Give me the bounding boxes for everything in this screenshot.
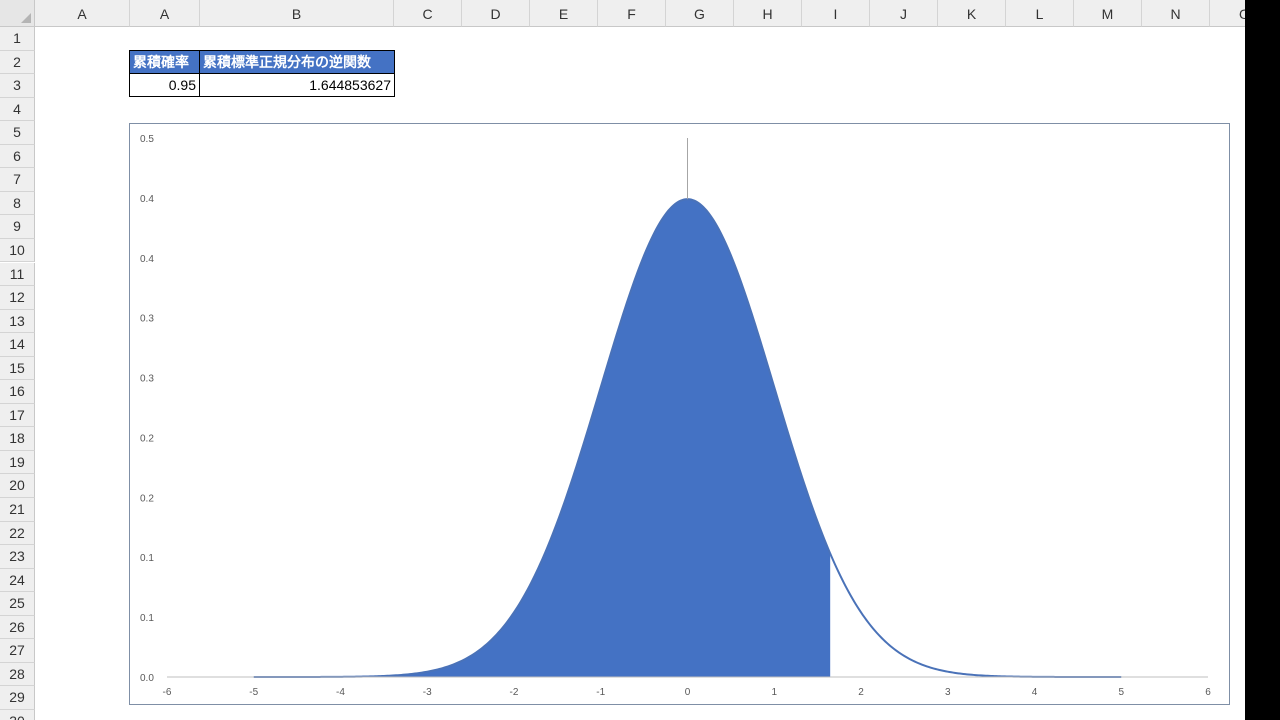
row-header[interactable]: 30: [0, 709, 35, 720]
x-tick-label: -6: [163, 687, 172, 698]
y-tick-label: 0.3: [140, 374, 154, 385]
column-header[interactable]: E: [530, 0, 598, 27]
x-tick-label: -2: [510, 687, 519, 698]
row-header[interactable]: 13: [0, 309, 35, 334]
select-all-corner[interactable]: [0, 0, 35, 27]
column-header[interactable]: J: [870, 0, 938, 27]
row-header[interactable]: 9: [0, 215, 35, 239]
column-header[interactable]: O: [1210, 0, 1245, 27]
column-header[interactable]: N: [1142, 0, 1210, 27]
row-header[interactable]: 26: [0, 615, 35, 640]
x-tick-label: 2: [858, 687, 864, 698]
x-tick-label: -5: [249, 687, 258, 698]
cell-b2-header[interactable]: 累積確率: [129, 50, 200, 74]
column-header[interactable]: G: [666, 0, 734, 27]
y-tick-label: 0.1: [140, 553, 154, 564]
column-header[interactable]: H: [734, 0, 802, 27]
row-header[interactable]: 29: [0, 686, 35, 710]
normal-distribution-chart: 0.0 0.1 0.1 0.2 0.2 0.3 0.3 0.4 0.4 0.5 -6 -5 -4 -3 -2…: [140, 134, 1211, 698]
column-header[interactable]: M: [1074, 0, 1142, 27]
column-header[interactable]: A: [130, 0, 200, 27]
row-header[interactable]: 12: [0, 286, 35, 310]
y-tick-label: 0.5: [140, 134, 154, 145]
x-tick-label: 3: [945, 687, 951, 698]
row-header[interactable]: 7: [0, 168, 35, 192]
column-header[interactable]: A: [35, 0, 130, 27]
y-tick-label: 0.1: [140, 613, 154, 624]
column-header[interactable]: F: [598, 0, 666, 27]
row-header[interactable]: 16: [0, 380, 35, 404]
y-tick-label: 0.2: [140, 433, 154, 444]
x-tick-label: -3: [423, 687, 432, 698]
row-header[interactable]: 23: [0, 545, 35, 569]
select-all-triangle-icon: [21, 13, 31, 23]
row-header[interactable]: 20: [0, 474, 35, 498]
x-tick-label: -1: [596, 687, 605, 698]
row-header[interactable]: 6: [0, 144, 35, 169]
column-header[interactable]: K: [938, 0, 1006, 27]
row-header[interactable]: 25: [0, 592, 35, 616]
row-header[interactable]: 15: [0, 356, 35, 381]
x-tick-label: 1: [771, 687, 777, 698]
row-header[interactable]: 19: [0, 450, 35, 475]
column-header[interactable]: I: [802, 0, 870, 27]
column-headers: AABCDEFGHIJKLMNOP: [35, 0, 1245, 27]
y-tick-label: 0.4: [140, 254, 154, 265]
y-tick-label: 0.0: [140, 673, 154, 684]
row-header[interactable]: 2: [0, 50, 35, 75]
row-header[interactable]: 14: [0, 333, 35, 357]
row-header[interactable]: 10: [0, 238, 35, 263]
spreadsheet-grid[interactable]: AABCDEFGHIJKLMNOP 1234567891011121314151…: [0, 0, 1245, 720]
filled-area: [253, 199, 831, 677]
row-header[interactable]: 4: [0, 97, 35, 122]
cell-c2-header[interactable]: 累積標準正規分布の逆関数: [199, 50, 395, 74]
y-tick-label: 0.4: [140, 194, 154, 205]
row-header[interactable]: 18: [0, 427, 35, 451]
row-header[interactable]: 1: [0, 27, 35, 51]
column-header[interactable]: L: [1006, 0, 1074, 27]
row-header[interactable]: 3: [0, 74, 35, 98]
x-tick-label: 5: [1118, 687, 1124, 698]
x-tick-label: 0: [685, 687, 691, 698]
row-header[interactable]: 8: [0, 191, 35, 216]
row-headers: 1 2 3 4 5 6 7 8 9 10 11 12 13 14 15 16 17 18 19 20 21 22 23 24 2…: [0, 27, 35, 720]
column-header[interactable]: B: [200, 0, 394, 27]
row-header[interactable]: 27: [0, 639, 35, 663]
x-tick-label: -4: [336, 687, 345, 698]
column-header[interactable]: D: [462, 0, 530, 27]
cell-c3-value[interactable]: 1.644853627: [199, 73, 395, 97]
row-header[interactable]: 11: [0, 262, 35, 287]
row-header[interactable]: 5: [0, 121, 35, 145]
chart-area[interactable]: 0.0 0.1 0.1 0.2 0.2 0.3 0.3 0.4 0.4 0.5 -6 -5 -4 -3 -2…: [129, 123, 1230, 705]
cell-b3-value[interactable]: 0.95: [129, 73, 200, 97]
y-tick-label: 0.3: [140, 314, 154, 325]
window-edge: [1245, 0, 1280, 720]
row-header[interactable]: 24: [0, 568, 35, 593]
row-header[interactable]: 28: [0, 662, 35, 687]
row-header[interactable]: 21: [0, 498, 35, 522]
x-tick-label: 4: [1032, 687, 1038, 698]
y-tick-label: 0.2: [140, 493, 154, 504]
x-tick-label: 6: [1205, 687, 1211, 698]
row-header[interactable]: 17: [0, 403, 35, 428]
column-header[interactable]: C: [394, 0, 462, 27]
row-header[interactable]: 22: [0, 521, 35, 546]
data-table: 累積確率 累積標準正規分布の逆関数 0.95 1.644853627: [129, 50, 395, 97]
